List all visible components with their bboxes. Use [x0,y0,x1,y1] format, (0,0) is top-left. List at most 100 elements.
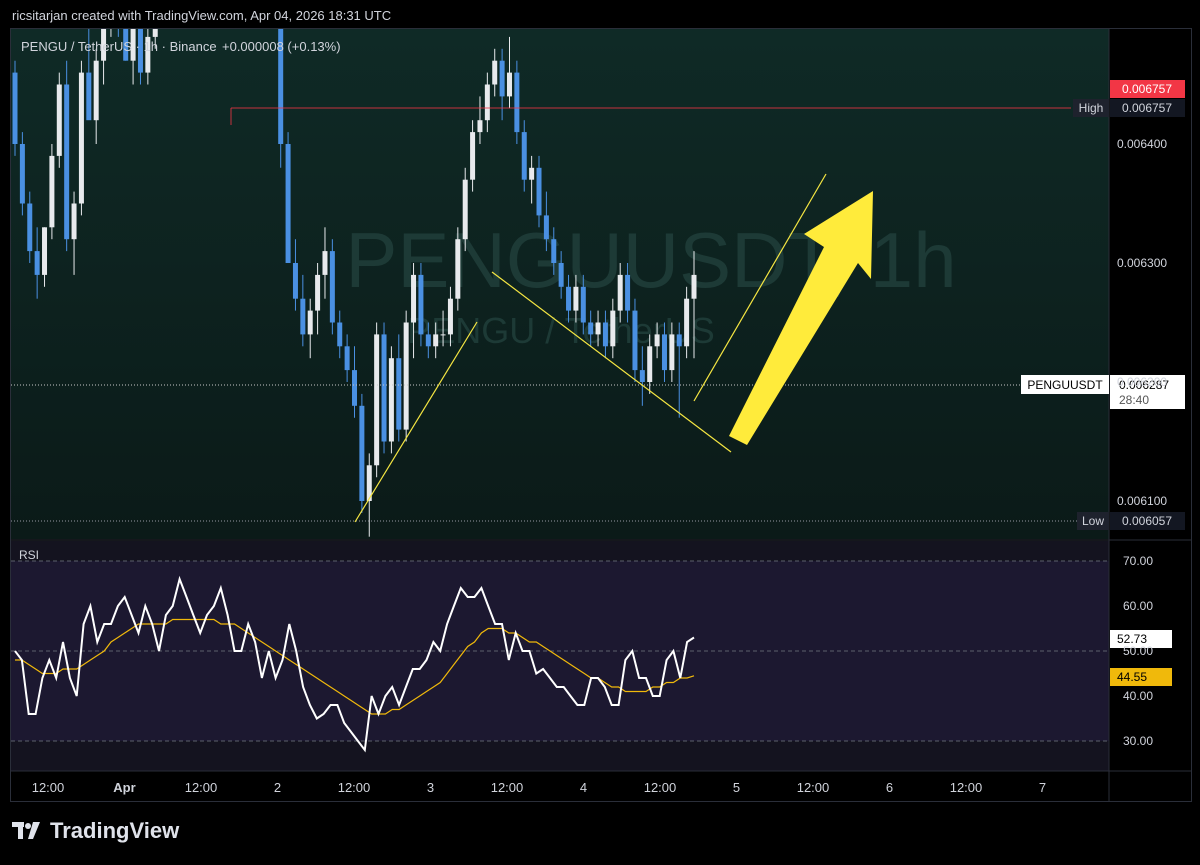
chart-change: +0.000008 (+0.13%) [222,39,341,54]
candle-body [86,72,92,121]
candle-body [71,203,77,240]
candle-body [632,310,638,371]
candle-body [381,334,387,442]
time-tick-label: 4 [580,780,587,795]
svg-text:0.006757: 0.006757 [1122,101,1172,115]
candle-body [34,251,40,275]
price-tick-label: 0.006500 [1117,29,1167,32]
high-price-tag: 0.006757 [1110,80,1185,98]
candle-body [602,322,608,347]
candle-body [573,286,579,311]
candle-body [647,346,653,382]
candle-body [610,310,616,347]
candle-body [536,167,542,216]
time-tick-label: 12:00 [797,780,830,795]
candle-body [514,72,520,133]
svg-text:PENGUUSDT: PENGUUSDT [1027,378,1103,392]
candle-body [484,84,490,121]
time-tick-label: Apr [113,780,135,795]
time-tick-label: 3 [427,780,434,795]
candle-body [588,322,594,335]
candle-body [669,334,675,371]
candle-body [292,263,298,299]
candle-body [617,274,623,311]
candle-body [455,239,461,299]
candle-body [661,334,667,371]
candle-body [558,263,564,287]
price-tick-label: 0.006100 [1117,494,1167,508]
candle-body [49,155,55,228]
candle-body [639,370,645,382]
candle-body [307,310,313,335]
candle-body [388,358,394,442]
time-tick-label: 2 [274,780,281,795]
candle-body [566,286,572,311]
candle-body [396,358,402,430]
candle-body [433,334,439,347]
time-axis[interactable]: 12:00 Apr 12:00 2 12:00 3 12:00 4 12:00 5 12:00 6 12… [32,780,1046,795]
candle-body [425,334,431,347]
rsi-ma-label: 44.55 [1110,668,1172,686]
candle-body [447,298,453,335]
time-tick-label: 12:00 [644,780,677,795]
time-tick-label: 12:00 [491,780,524,795]
svg-text:28:40: 28:40 [1119,393,1149,407]
candle-body [462,179,468,240]
candle-body [440,334,446,336]
rsi-tick-label: 60.00 [1123,599,1153,613]
candle-body [529,167,535,180]
price-tick-label: 0.006400 [1117,137,1167,151]
svg-text:44.55: 44.55 [1117,670,1147,684]
candle-body [374,334,380,466]
candle-body [470,132,476,180]
low-label: Low 0.006057 [1077,512,1185,530]
candle-body [322,251,328,275]
candle-body [418,274,424,335]
rsi-tick-label: 30.00 [1123,734,1153,748]
rsi-title: RSI [19,548,39,562]
attribution-text: ricsitarjan created with TradingView.com… [12,8,392,23]
price-tick-label: 0.006300 [1117,256,1167,270]
candle-body [499,60,505,97]
tradingview-logo-icon [12,822,40,839]
price-tick-label: 0.006200 [1117,375,1167,389]
candle-body [477,120,483,133]
time-tick-label: 12:00 [338,780,371,795]
candle-body [93,60,99,121]
candle-body [285,144,291,263]
chart-svg[interactable]: PENGUUSDT, 1h PENGU / TetherUS PENGU / T… [11,0,1191,801]
candle-body [403,322,409,430]
time-tick-label: 7 [1039,780,1046,795]
candle-body [684,298,690,347]
time-tick-label: 12:00 [185,780,218,795]
candle-body [691,274,697,299]
rsi-tick-label: 70.00 [1123,554,1153,568]
time-tick-label: 12:00 [32,780,65,795]
svg-text:Low: Low [1082,514,1104,528]
candle-body [344,346,350,371]
candle-body [580,286,586,323]
brand-footer: TradingView [12,818,179,844]
candle-body [506,72,512,97]
candle-body [654,334,660,347]
svg-text:0.006757: 0.006757 [1122,82,1172,96]
high-label: High 0.006757 [1073,99,1185,117]
candle-body [300,298,306,335]
candle-body [676,334,682,347]
candle-body [352,370,357,406]
candle-body [19,144,25,204]
brand-name: TradingView [50,818,180,843]
candle-body [329,251,335,323]
candle-body [595,322,601,335]
candle-body [551,239,557,263]
candle-body [152,0,158,37]
candle-body [42,227,48,275]
svg-text:0.006057: 0.006057 [1122,514,1172,528]
candle-body [56,84,62,156]
candle-body [359,405,365,501]
candle-body [27,203,33,252]
candle-body [337,322,343,347]
candle-body [543,215,549,240]
time-tick-label: 12:00 [950,780,983,795]
candle-body [315,274,321,311]
